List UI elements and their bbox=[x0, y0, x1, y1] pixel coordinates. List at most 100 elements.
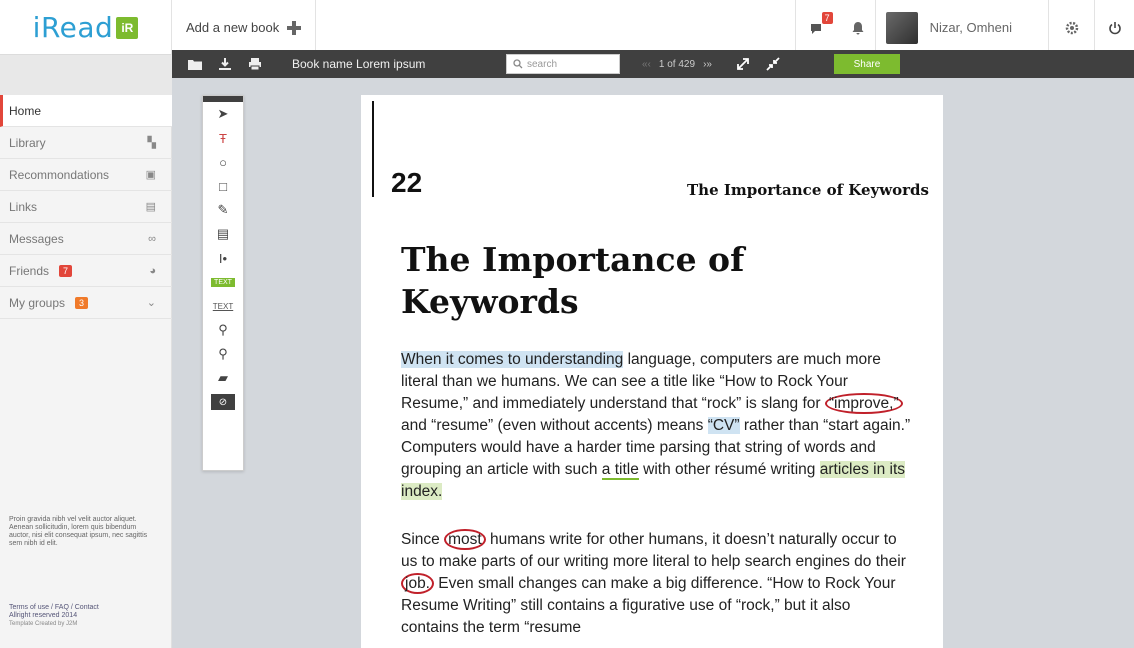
text-cursor bbox=[372, 101, 374, 197]
circle-icon: ○ bbox=[219, 154, 227, 170]
groups-badge: 3 bbox=[75, 296, 89, 309]
running-head: The Importance of Keywords bbox=[687, 181, 929, 199]
download-button[interactable] bbox=[210, 50, 240, 78]
sidebar-item-label: Friends bbox=[9, 263, 50, 278]
pointer-icon: ➤ bbox=[217, 106, 229, 121]
expand-icon bbox=[737, 58, 749, 70]
annotation-tools: ➤ Ŧ ○ □ ✎ ▤ I• TEXT TEXT ⚲ ⚲ ▰ ⊘ bbox=[202, 95, 244, 471]
paragraph-2[interactable]: Since most humans write for other humans… bbox=[401, 529, 911, 639]
sidebar-about-text: Proin gravida nibh vel velit auctor aliq… bbox=[9, 516, 148, 547]
open-folder-button[interactable] bbox=[180, 50, 210, 78]
select-tool[interactable]: ➤ bbox=[203, 102, 243, 126]
zoom-out-icon: ⚲ bbox=[218, 346, 228, 361]
avatar bbox=[885, 11, 918, 44]
sidebar-item-messages[interactable]: Messages ∞ bbox=[0, 223, 172, 255]
footer-credit: Template Created by J2M bbox=[9, 621, 78, 627]
sidebar-item-recommondations[interactable]: Recommondations ▣ bbox=[0, 159, 172, 191]
text-run: Since bbox=[401, 531, 445, 548]
strike-tool[interactable]: Ŧ bbox=[203, 126, 243, 150]
text-comment-icon: I• bbox=[218, 250, 228, 266]
footer-rights: Allright reserved 2014 bbox=[9, 612, 78, 619]
circle-annotation[interactable]: job. bbox=[401, 573, 434, 594]
eraser-tool[interactable]: ▰ bbox=[203, 366, 243, 390]
sidebar-item-library[interactable]: Library ▚ bbox=[0, 127, 172, 159]
sidebar-item-label: Links bbox=[9, 199, 38, 214]
circle-annotation[interactable]: “improve,” bbox=[824, 393, 903, 414]
sidebar-item-label: My groups bbox=[9, 295, 66, 310]
friends-icon: ◕ bbox=[149, 264, 156, 277]
user-name: Nizar, Omheni bbox=[929, 20, 1012, 35]
circle-annotation[interactable]: most bbox=[444, 529, 486, 550]
chapter-title: The Importance of Keywords bbox=[401, 240, 745, 321]
pager-prev-button[interactable]: «‹ bbox=[642, 59, 651, 70]
pen-tool[interactable]: ✎ bbox=[203, 198, 243, 222]
expand-button[interactable] bbox=[730, 50, 756, 78]
circle-tool[interactable]: ○ bbox=[203, 150, 243, 174]
text-run: and “resume” (even without accents) mean… bbox=[401, 417, 708, 434]
note-tool[interactable]: ▤ bbox=[203, 222, 243, 246]
sidebar: Home Library ▚ Recommondations ▣ Links ▤… bbox=[0, 55, 172, 648]
power-button[interactable] bbox=[1094, 0, 1134, 55]
notifications-badge: 7 bbox=[821, 12, 833, 24]
paragraph-1[interactable]: When it comes to understanding language,… bbox=[401, 349, 911, 503]
page-number: 22 bbox=[391, 167, 423, 198]
highlight-text-tool[interactable]: TEXT bbox=[203, 270, 243, 294]
search-input[interactable]: search bbox=[506, 54, 620, 74]
settings-button[interactable] bbox=[1048, 0, 1094, 55]
sidebar-item-left: Friends 7 bbox=[9, 263, 73, 278]
top-bar: iRead iR Add a new book 7 Nizar, Omheni bbox=[0, 0, 1134, 55]
collapse-icon bbox=[766, 57, 780, 71]
add-book-label: Add a new book bbox=[186, 20, 280, 35]
sidebar-item-friends[interactable]: Friends 7 ◕ bbox=[0, 255, 172, 287]
text-comment-tool[interactable]: I• bbox=[203, 246, 243, 270]
rectangle-icon: □ bbox=[219, 178, 227, 194]
document-icon: ▤ bbox=[216, 226, 230, 241]
footer-links[interactable]: Terms of use / FAQ / Contact bbox=[9, 604, 159, 612]
book-name: Book name Lorem ipsum bbox=[292, 57, 426, 71]
notifications-button[interactable]: 7 bbox=[794, 0, 841, 55]
hide-eye-icon: ⊘ bbox=[211, 394, 235, 410]
zoom-in-tool[interactable]: ⚲ bbox=[203, 318, 243, 342]
logo-badge: iR bbox=[116, 16, 139, 39]
image-icon: ▣ bbox=[145, 169, 156, 181]
highlight-blue[interactable]: When it comes to understanding bbox=[401, 351, 624, 368]
toggle-visibility-tool[interactable]: ⊘ bbox=[203, 390, 243, 414]
book-page: 22 The Importance of Keywords The Import… bbox=[361, 95, 943, 648]
search-icon bbox=[513, 59, 523, 69]
pager-text: 1 of 429 bbox=[658, 58, 696, 70]
bell-button[interactable] bbox=[841, 0, 875, 55]
underline-text-label: TEXT bbox=[212, 301, 234, 311]
download-icon bbox=[219, 58, 231, 70]
underline-annotation[interactable]: a title bbox=[601, 461, 639, 480]
user-menu[interactable]: Nizar, Omheni bbox=[874, 0, 1048, 55]
eraser-icon: ▰ bbox=[218, 370, 228, 385]
highlight-blue[interactable]: “CV” bbox=[707, 417, 740, 434]
sidebar-item-my-groups[interactable]: My groups 3 ⌄ bbox=[0, 287, 172, 319]
plus-icon bbox=[287, 20, 302, 35]
pager-next-button[interactable]: ›» bbox=[703, 59, 712, 70]
zoom-out-tool[interactable]: ⚲ bbox=[203, 342, 243, 366]
search-placeholder: search bbox=[527, 58, 558, 70]
sidebar-item-label: Home bbox=[9, 103, 42, 118]
power-icon bbox=[1108, 21, 1121, 34]
bell-icon bbox=[852, 21, 864, 34]
text-run: with other résumé writing bbox=[638, 461, 820, 478]
folder-icon bbox=[188, 60, 202, 70]
sidebar-header bbox=[0, 55, 172, 95]
rectangle-tool[interactable]: □ bbox=[203, 174, 243, 198]
sidebar-item-label: Library bbox=[9, 135, 46, 150]
sidebar-item-home[interactable]: Home bbox=[0, 95, 172, 127]
sidebar-footer: Terms of use / FAQ / Contact Allright re… bbox=[9, 604, 159, 628]
logo[interactable]: iRead iR bbox=[0, 0, 172, 55]
print-button[interactable] bbox=[240, 50, 270, 78]
zoom-in-icon: ⚲ bbox=[218, 322, 228, 337]
add-book-button[interactable]: Add a new book bbox=[172, 0, 317, 55]
top-right-area: 7 Nizar, Omheni bbox=[794, 0, 1134, 55]
collapse-button[interactable] bbox=[760, 50, 786, 78]
links-icon: ▤ bbox=[145, 201, 156, 213]
chevron-down-icon: ⌄ bbox=[146, 297, 156, 309]
sidebar-item-links[interactable]: Links ▤ bbox=[0, 191, 172, 223]
print-icon bbox=[249, 58, 261, 71]
underline-text-tool[interactable]: TEXT bbox=[203, 294, 243, 318]
share-button[interactable]: Share bbox=[833, 54, 900, 74]
